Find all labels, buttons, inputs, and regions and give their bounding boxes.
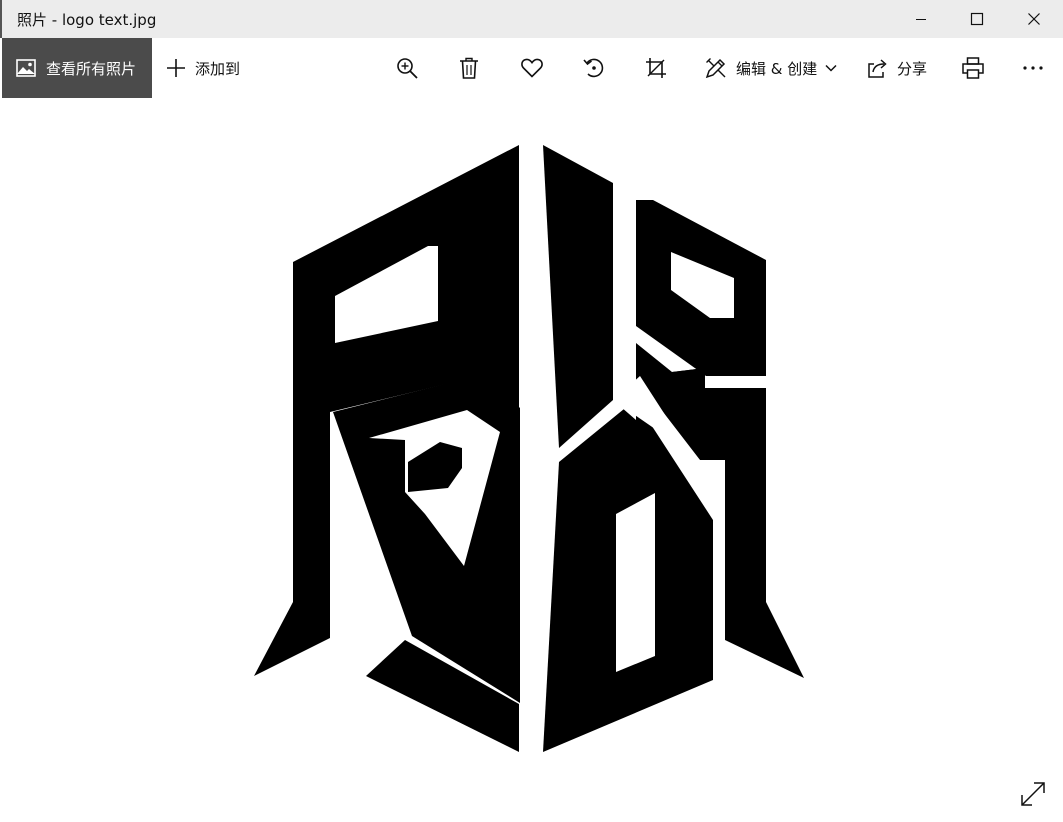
zoom-button[interactable] [396,38,418,98]
close-button[interactable] [1006,0,1062,38]
favorite-button[interactable] [521,38,543,98]
share-button[interactable]: 分享 [866,38,927,98]
maximize-icon [970,12,984,26]
minimize-icon [916,19,926,20]
share-icon [866,58,888,78]
image-canvas[interactable] [0,98,1063,822]
maximize-button[interactable] [949,0,1005,38]
more-options-button[interactable] [1022,38,1044,98]
crop-icon [645,57,667,79]
toolbar: 查看所有照片 添加到 编辑 & 创建 分享 [0,38,1063,98]
close-icon [1028,13,1040,25]
chevron-down-icon [825,64,837,72]
crop-button[interactable] [645,38,667,98]
photos-app-window: 照片 - logo text.jpg 查看所有照片 添加到 编辑 & 创建 分享 [0,0,1063,822]
edit-create-icon [705,57,727,79]
edit-create-label: 编辑 & 创建 [736,59,818,78]
plus-icon [166,58,186,78]
print-button[interactable] [962,38,984,98]
view-all-photos-label: 查看所有照片 [46,59,137,78]
view-all-photos-button[interactable]: 查看所有照片 [2,38,152,98]
fullscreen-button[interactable] [1019,780,1047,808]
zoom-in-icon [396,57,418,79]
rotate-button[interactable] [583,38,605,98]
expand-icon [1021,782,1045,806]
logo-image [254,145,804,752]
heart-icon [521,58,543,78]
rotate-icon [583,57,605,79]
delete-button[interactable] [459,38,479,98]
edit-create-button[interactable]: 编辑 & 创建 [705,38,837,98]
title-bar[interactable]: 照片 - logo text.jpg [0,0,1063,38]
photo-gallery-icon [16,59,36,77]
add-to-button[interactable]: 添加到 [166,38,240,98]
printer-icon [962,57,984,79]
add-to-label: 添加到 [195,59,241,78]
more-icon [1022,65,1044,71]
window-title: 照片 - logo text.jpg [17,11,157,29]
share-label: 分享 [897,59,928,78]
minimize-button[interactable] [893,0,949,38]
trash-icon [459,57,479,79]
